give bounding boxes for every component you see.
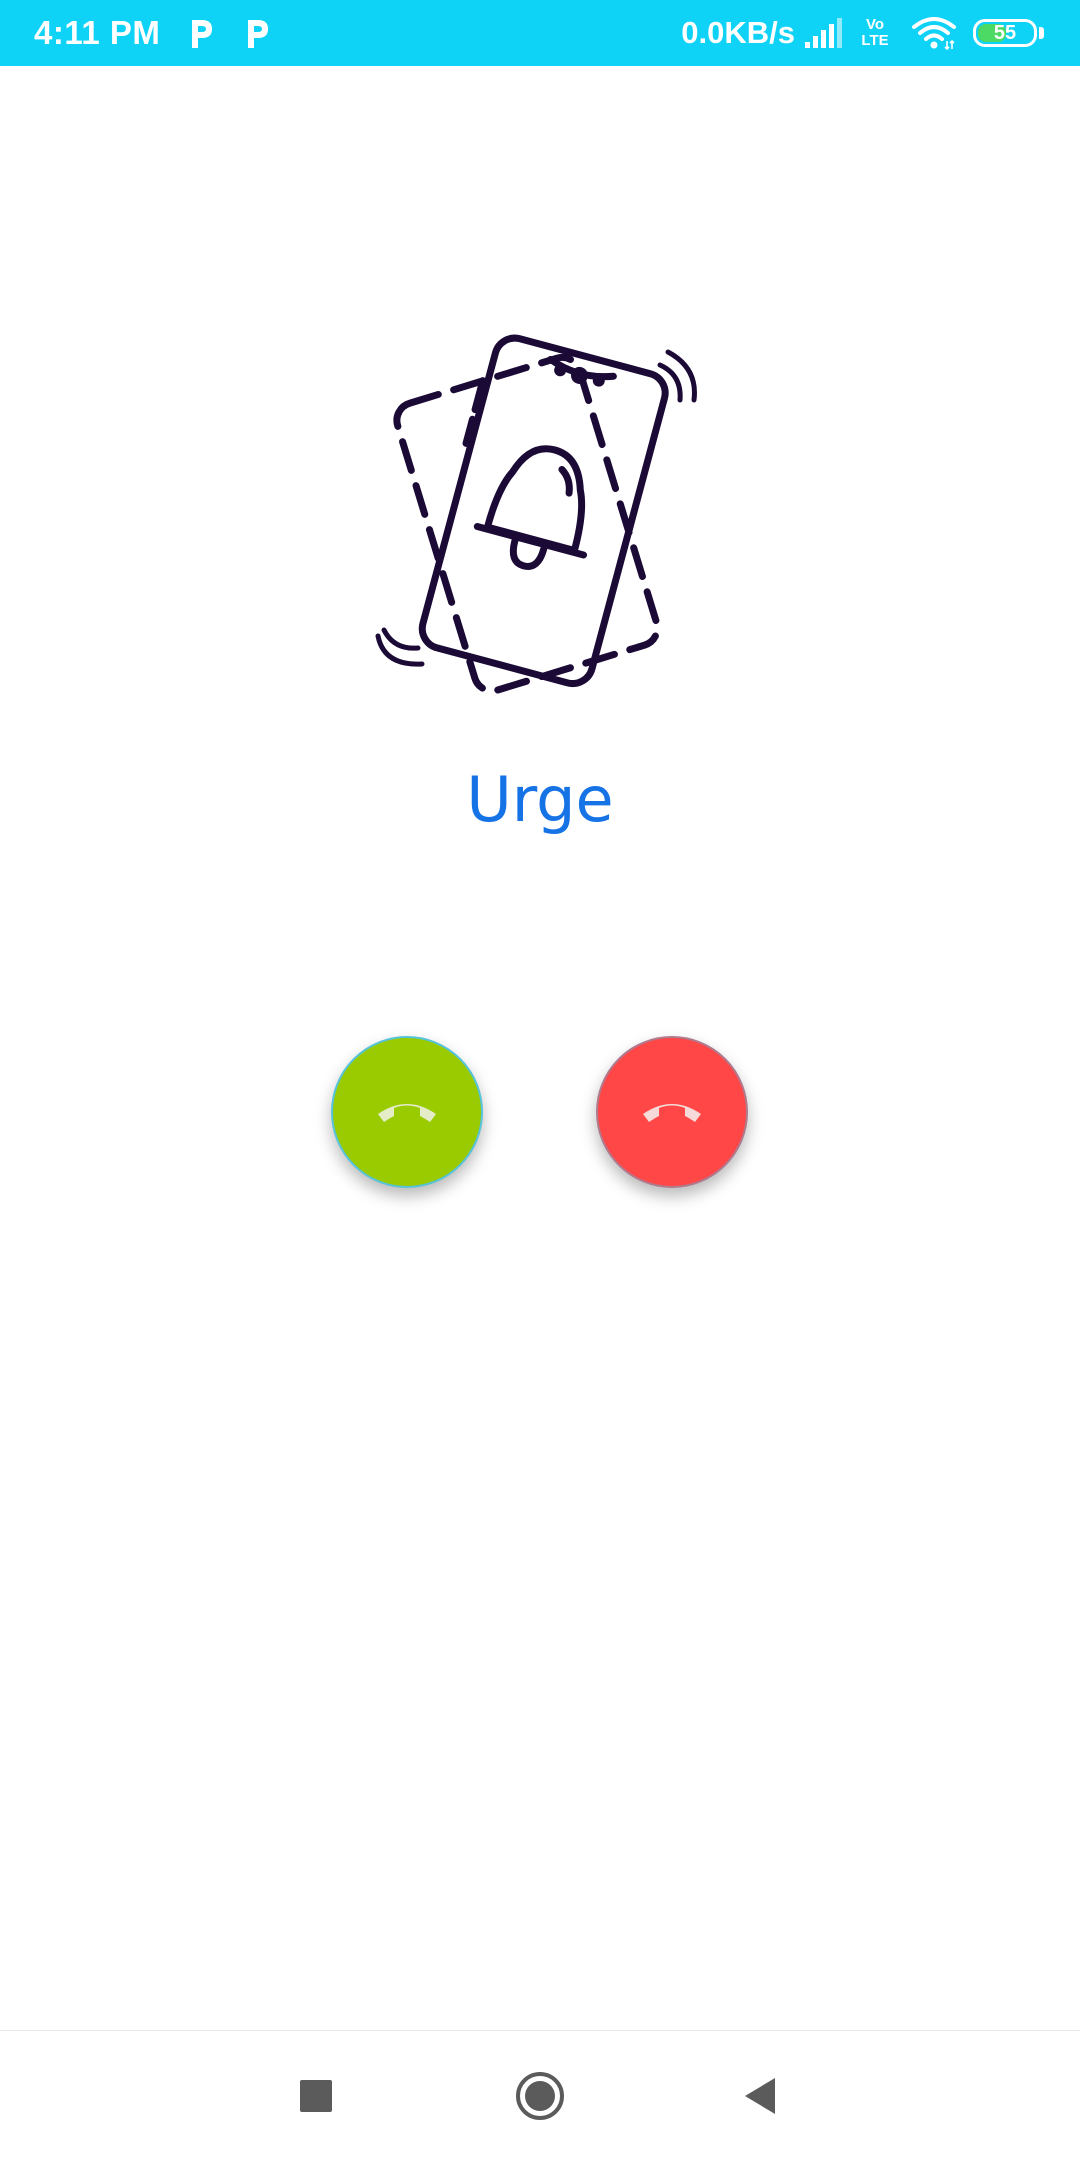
home-button[interactable] xyxy=(505,2061,575,2131)
volte-top: Vo xyxy=(865,16,885,33)
wifi-icon xyxy=(912,17,956,51)
p-icon xyxy=(192,20,213,48)
back-icon xyxy=(745,2078,775,2114)
back-button[interactable] xyxy=(725,2061,795,2131)
home-icon xyxy=(516,2072,564,2120)
status-left: 4:11 PM xyxy=(34,0,272,66)
status-bar: 4:11 PM 0.0KB/s Vo LTE 55 xyxy=(0,0,1080,66)
phone-handset-icon xyxy=(643,1104,701,1122)
battery-level: 55 xyxy=(993,21,1017,44)
ringing-phone-bell-icon xyxy=(375,334,697,695)
p-icon xyxy=(248,20,269,48)
signal-icon xyxy=(805,18,842,48)
decline-call-button[interactable] xyxy=(596,1036,748,1188)
recents-button[interactable] xyxy=(281,2061,351,2131)
accept-call-button[interactable] xyxy=(331,1036,483,1188)
volte-bottom: LTE xyxy=(861,32,889,49)
status-right: 0.0KB/s Vo LTE 55 xyxy=(681,0,1044,66)
app-title: Urge xyxy=(466,763,614,836)
recents-icon xyxy=(300,2080,332,2112)
battery-tip xyxy=(1039,27,1044,39)
volte-icon: Vo LTE xyxy=(857,13,893,53)
status-time: 4:11 PM xyxy=(34,14,161,51)
screen: 4:11 PM 0.0KB/s Vo LTE 55 Urge xyxy=(0,0,1080,2160)
navigation-bar xyxy=(0,2030,1080,2160)
net-speed: 0.0KB/s xyxy=(681,15,795,50)
phone-handset-icon xyxy=(378,1104,436,1122)
battery-icon: 55 xyxy=(973,19,1037,47)
